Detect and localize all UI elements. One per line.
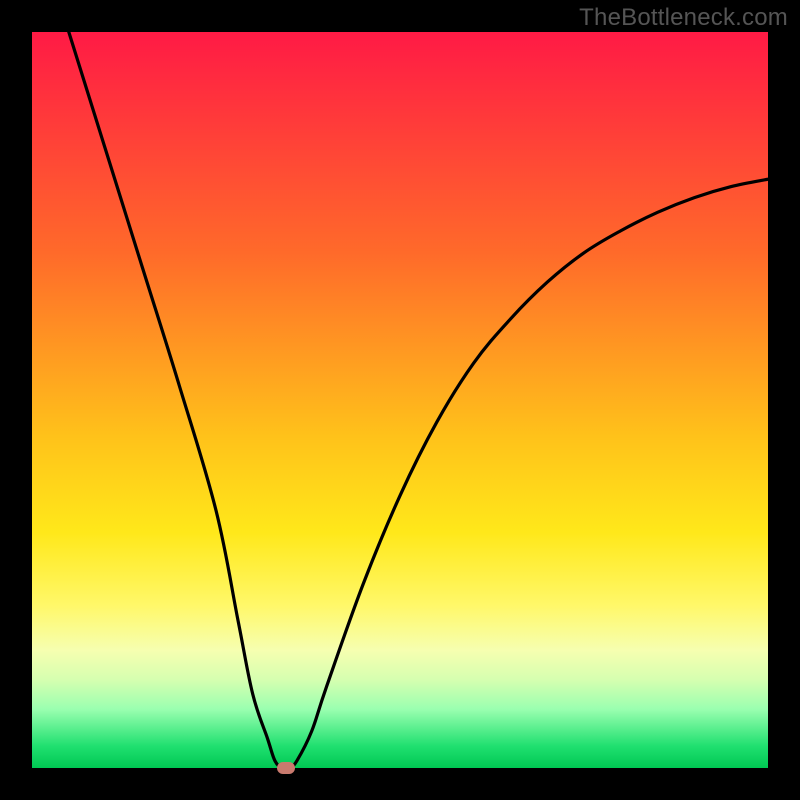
plot-area	[32, 32, 768, 768]
optimal-point-marker	[277, 762, 295, 774]
bottleneck-curve	[32, 32, 768, 768]
chart-frame: TheBottleneck.com	[0, 0, 800, 800]
watermark-text: TheBottleneck.com	[579, 4, 788, 32]
curve-path	[69, 32, 768, 769]
